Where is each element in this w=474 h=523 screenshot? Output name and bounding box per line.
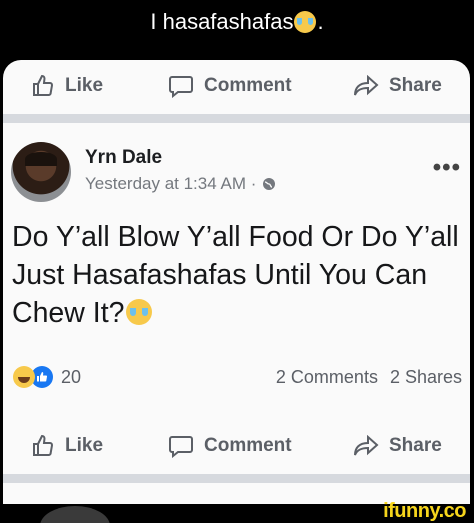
divider (3, 474, 470, 483)
facebook-post-card: Like Comment Share Yrn Dale Yesterday at… (3, 60, 470, 504)
share-label: Share (389, 75, 442, 96)
engagement-counts: 2 Comments 2 Shares (276, 362, 462, 392)
bottom-action-bar: Like Comment Share (3, 420, 470, 472)
comment-bubble-icon (169, 76, 193, 98)
thumbs-up-icon (33, 434, 53, 457)
post-author[interactable]: Yrn Dale (85, 147, 162, 169)
meme-caption: I hasafashafas. (0, 0, 474, 58)
crying-emoji-icon (126, 299, 153, 325)
next-post-avatar (40, 506, 110, 523)
divider (3, 114, 470, 123)
share-arrow-icon (354, 75, 379, 96)
reaction-count: 20 (61, 366, 82, 387)
post-timestamp[interactable]: Yesterday at 1:34 AM · (85, 174, 256, 194)
caption-suffix: . (317, 9, 324, 34)
avatar[interactable] (11, 142, 71, 202)
like-button[interactable]: Like (31, 60, 103, 112)
share-button[interactable]: Share (353, 420, 442, 472)
post-meta: Yesterday at 1:34 AM · (85, 174, 276, 194)
share-label: Share (389, 435, 442, 456)
comment-label: Comment (204, 75, 292, 96)
share-button[interactable]: Share (353, 60, 442, 112)
comment-button[interactable]: Comment (168, 420, 292, 472)
like-button[interactable]: Like (31, 420, 103, 472)
more-icon[interactable]: ••• (433, 154, 461, 182)
thumbs-up-icon (33, 74, 53, 97)
post-body: Do Y’all Blow Y’all Food Or Do Y’all Jus… (12, 218, 467, 332)
comment-bubble-icon (169, 436, 193, 458)
share-arrow-icon (354, 435, 379, 456)
crying-emoji-icon (294, 11, 317, 33)
top-action-bar: Like Comment Share (3, 60, 470, 112)
caption-text: I hasafashafas (150, 9, 294, 34)
post-header: Yrn Dale Yesterday at 1:34 AM · ••• (11, 142, 461, 202)
reaction-summary[interactable]: 20 (13, 362, 81, 392)
comment-button[interactable]: Comment (168, 60, 292, 112)
shares-count[interactable]: 2 Shares (390, 367, 462, 388)
haha-reaction-icon (13, 366, 35, 388)
comments-count[interactable]: 2 Comments (276, 367, 378, 388)
like-label: Like (65, 435, 104, 456)
watermark: ifunny.co (383, 500, 466, 522)
comment-label: Comment (204, 435, 292, 456)
like-label: Like (65, 75, 104, 96)
globe-icon (263, 178, 276, 190)
post-text: Do Y’all Blow Y’all Food Or Do Y’all Jus… (12, 221, 459, 329)
